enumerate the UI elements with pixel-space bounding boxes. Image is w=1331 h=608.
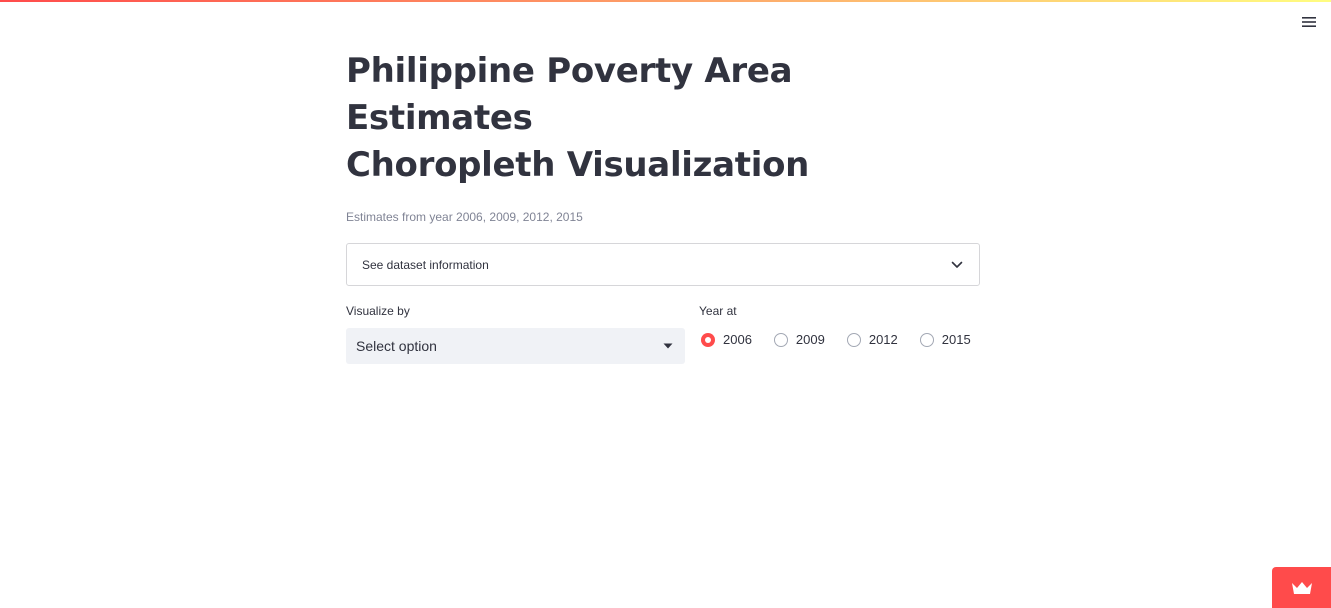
radio-option-2012[interactable]: 2012	[846, 332, 898, 347]
year-label: Year at	[699, 304, 737, 318]
visualize-by-label: Visualize by	[346, 304, 410, 318]
expander-label: See dataset information	[362, 257, 489, 272]
radio-option-2009[interactable]: 2009	[773, 332, 825, 347]
visualize-by-column: Visualize by Select option	[346, 303, 685, 364]
radio-label: 2009	[795, 332, 825, 347]
page-title: Philippine Poverty Area Estimates Chorop…	[346, 48, 980, 189]
year-column: Year at 2006 2009 2012 2015	[699, 303, 991, 364]
year-radio-group: 2006 2009 2012 2015	[699, 332, 991, 347]
radio-option-2006[interactable]: 2006	[701, 332, 752, 347]
page-title-line-1: Philippine Poverty Area Estimates	[346, 51, 793, 138]
header-decoration-bar	[0, 0, 1331, 2]
radio-button[interactable]	[919, 332, 934, 347]
page-subtitle: Estimates from year 2006, 2009, 2012, 20…	[346, 210, 583, 224]
radio-label: 2006	[723, 332, 752, 347]
controls-row: Visualize by Select option Year at 2006 …	[346, 303, 980, 364]
hamburger-menu-icon	[1302, 17, 1316, 27]
radio-option-2015[interactable]: 2015	[919, 332, 971, 347]
page-title-line-2: Choropleth Visualization	[346, 145, 810, 185]
main-menu-button[interactable]	[1298, 12, 1320, 32]
radio-label: 2012	[868, 332, 898, 347]
visualize-by-select[interactable]: Select option	[346, 328, 685, 364]
crown-icon	[1291, 581, 1312, 594]
select-value: Select option	[356, 338, 437, 354]
radio-label: 2015	[941, 332, 971, 347]
hosted-badge-button[interactable]	[1272, 567, 1331, 608]
chevron-down-icon	[951, 261, 963, 268]
dataset-info-expander[interactable]: See dataset information	[346, 243, 980, 286]
caret-down-icon	[663, 343, 673, 349]
radio-button[interactable]	[773, 332, 788, 347]
radio-button[interactable]	[846, 332, 861, 347]
radio-button-selected[interactable]	[701, 332, 715, 347]
main-container: Philippine Poverty Area Estimates Chorop…	[346, 48, 980, 364]
